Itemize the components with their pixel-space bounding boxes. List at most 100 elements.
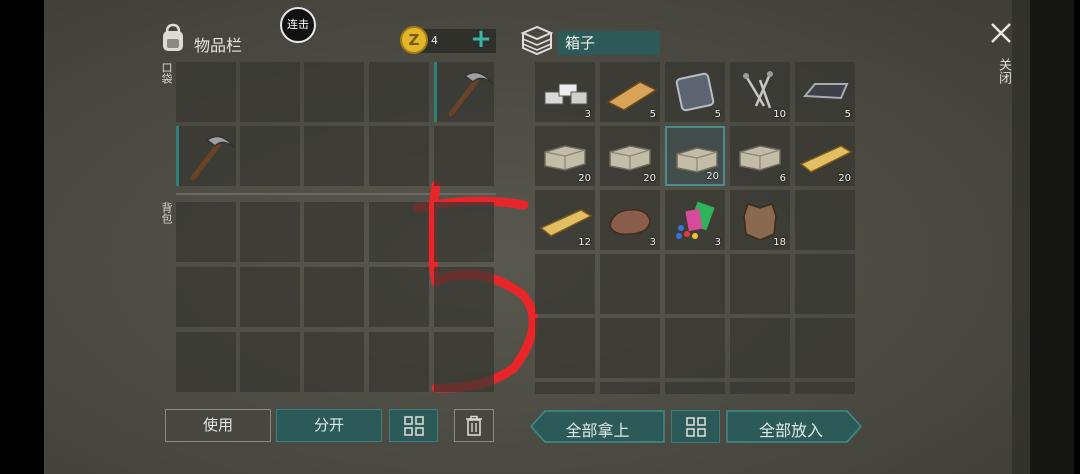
inventory-slot[interactable] (434, 202, 494, 262)
inventory-slot[interactable] (304, 332, 364, 392)
item-count: 3 (584, 109, 591, 120)
inventory-slot[interactable] (240, 62, 300, 122)
side-strip (1012, 0, 1074, 474)
trash-icon (466, 415, 482, 436)
inventory-slot[interactable] (665, 254, 725, 314)
inventory-slot[interactable] (535, 382, 595, 394)
inventory-slot[interactable] (176, 126, 236, 186)
add-coins-button[interactable]: + (470, 26, 492, 52)
inventory-slot[interactable]: 3 (665, 190, 725, 250)
inventory-slot[interactable] (369, 62, 429, 122)
item-count: 5 (714, 109, 721, 120)
inventory-slot[interactable] (176, 202, 236, 262)
inventory-slot[interactable] (434, 126, 494, 186)
item-count: 20 (838, 173, 851, 184)
backpack-label: 背包 (160, 202, 173, 224)
chest-title: 箱子 (565, 34, 596, 52)
item-count: 6 (779, 173, 786, 184)
inventory-slot[interactable] (240, 202, 300, 262)
combo-button[interactable]: 连击 (280, 7, 316, 43)
inventory-slot[interactable] (304, 202, 364, 262)
inventory-slot[interactable] (369, 332, 429, 392)
inventory-slot[interactable] (795, 382, 855, 394)
inventory-slot[interactable] (795, 190, 855, 250)
pocket-label: 口袋 (160, 62, 173, 84)
close-icon (991, 23, 1011, 43)
grid-icon (403, 416, 424, 436)
inventory-slot[interactable] (176, 62, 236, 122)
inventory-slot[interactable]: 20 (535, 126, 595, 186)
item-count: 20 (578, 173, 591, 184)
inventory-slot[interactable] (240, 126, 300, 186)
item-count: 3 (649, 237, 656, 248)
inventory-slot[interactable]: 20 (665, 126, 725, 186)
trash-button[interactable] (454, 409, 494, 442)
inventory-slot[interactable] (240, 332, 300, 392)
item-count: 12 (578, 237, 591, 248)
combo-label: 连击 (287, 18, 309, 31)
grid-divider (176, 193, 496, 195)
inventory-slot[interactable] (304, 126, 364, 186)
inventory-slot[interactable] (730, 254, 790, 314)
backpack-icon (158, 22, 188, 54)
inventory-slot[interactable]: 5 (600, 62, 660, 122)
item-count: 18 (773, 237, 786, 248)
inventory-slot[interactable] (434, 62, 494, 122)
inventory-slot[interactable] (369, 126, 429, 186)
use-button[interactable]: 使用 (165, 409, 271, 442)
inventory-slot[interactable] (600, 254, 660, 314)
inventory-slot[interactable] (304, 62, 364, 122)
coin-icon: Z (400, 26, 428, 54)
coin-count: 4 (431, 34, 438, 47)
item-count: 5 (649, 109, 656, 120)
inventory-slot[interactable] (600, 382, 660, 394)
take-all-label: 全部拿上 (565, 421, 630, 440)
inventory-slot[interactable]: 6 (730, 126, 790, 186)
use-label: 使用 (202, 416, 233, 434)
inventory-slot[interactable] (665, 318, 725, 378)
put-all-button[interactable]: 全部放入 (726, 410, 862, 443)
inventory-slot[interactable]: 5 (665, 62, 725, 122)
inventory-slot[interactable]: 3 (535, 62, 595, 122)
plus-icon: + (470, 24, 492, 54)
pickaxe-icon (448, 71, 494, 117)
inventory-slot[interactable] (240, 267, 300, 327)
inventory-slot[interactable] (176, 332, 236, 392)
inventory-slot[interactable] (535, 318, 595, 378)
item-count: 20 (643, 173, 656, 184)
inventory-slot[interactable]: 5 (795, 62, 855, 122)
inventory-slot[interactable] (730, 318, 790, 378)
crate-icon (520, 24, 554, 56)
item-count: 3 (714, 237, 721, 248)
inventory-slot[interactable] (434, 332, 494, 392)
inventory-slot[interactable] (795, 318, 855, 378)
inventory-slot[interactable]: 12 (535, 190, 595, 250)
inventory-slot[interactable] (535, 254, 595, 314)
inventory-slot[interactable] (665, 382, 725, 394)
sort-backpack-button[interactable] (389, 409, 438, 442)
inventory-slot[interactable]: 20 (795, 126, 855, 186)
sort-chest-button[interactable] (671, 410, 720, 443)
grid-icon (685, 417, 706, 437)
inventory-slot[interactable]: 3 (600, 190, 660, 250)
split-button[interactable]: 分开 (276, 409, 382, 442)
inventory-slot[interactable] (434, 267, 494, 327)
inventory-slot[interactable]: 20 (600, 126, 660, 186)
inventory-slot[interactable] (600, 318, 660, 378)
inventory-slot[interactable] (304, 267, 364, 327)
game-screen: 物品栏 连击 Z 4 + 口袋 背包 箱子 关闭 使用 分开 全部拿上 全部放入… (44, 0, 1074, 474)
pickaxe-icon (190, 135, 236, 181)
inventory-slot[interactable] (369, 267, 429, 327)
close-button[interactable]: 关闭 (988, 20, 1014, 100)
item-count: 10 (773, 109, 786, 120)
put-all-label: 全部放入 (758, 421, 823, 440)
inventory-slot[interactable] (730, 382, 790, 394)
take-all-button[interactable]: 全部拿上 (530, 410, 665, 443)
inventory-slot[interactable]: 18 (730, 190, 790, 250)
inventory-slot[interactable]: 10 (730, 62, 790, 122)
inventory-slot[interactable] (176, 267, 236, 327)
inventory-slot[interactable] (795, 254, 855, 314)
inventory-slot[interactable] (369, 202, 429, 262)
item-count: 5 (844, 109, 851, 120)
inventory-title: 物品栏 (194, 36, 243, 55)
